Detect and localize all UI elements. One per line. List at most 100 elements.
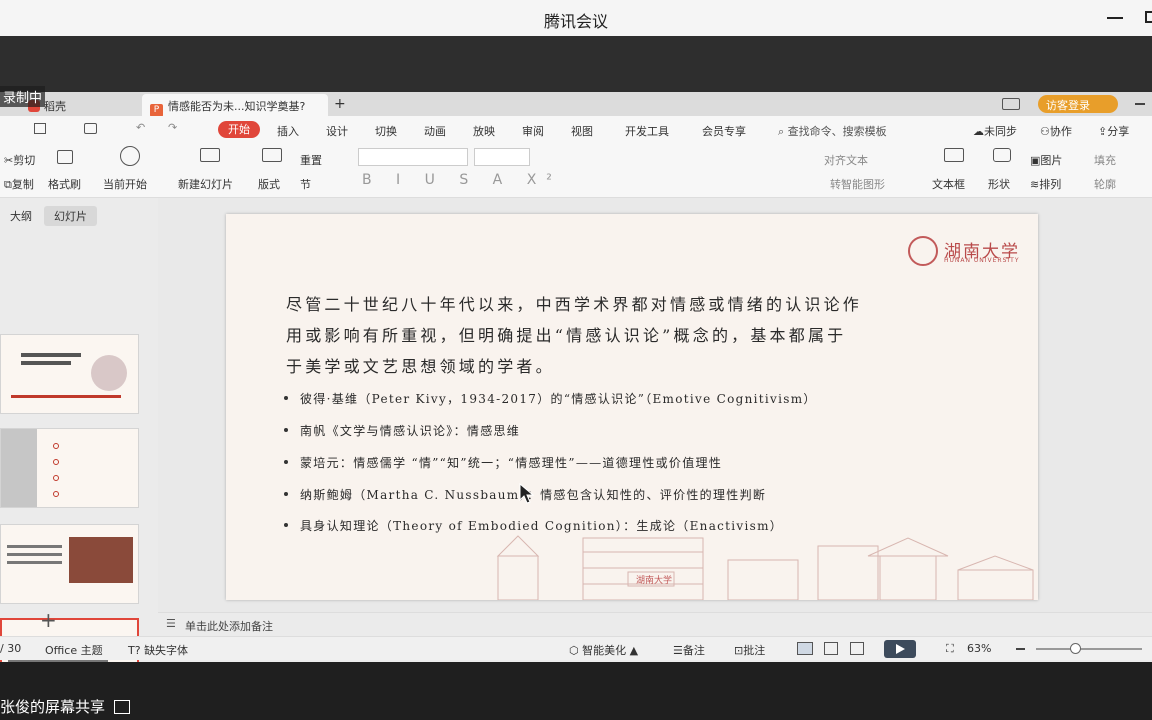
zoom-slider-track[interactable] — [1036, 648, 1142, 650]
comment-label: 批注 — [743, 644, 766, 657]
layout-button[interactable]: 版式 — [258, 176, 280, 192]
menu-slideshow[interactable]: 放映 — [473, 123, 495, 139]
play-from-current-button[interactable]: 当前开始 — [103, 176, 147, 192]
convert-smartart-button[interactable]: 转智能图形 — [830, 176, 885, 192]
cut-label: 剪切 — [13, 154, 36, 167]
print-icon[interactable] — [84, 123, 97, 134]
slide-thumbnail[interactable] — [0, 334, 139, 414]
zoom-level[interactable]: 63% — [967, 642, 991, 655]
reading-view-icon[interactable] — [850, 642, 864, 655]
font-size-select[interactable] — [474, 148, 530, 166]
textbox-button[interactable]: 文本框 — [932, 176, 965, 192]
menu-review[interactable]: 审阅 — [522, 123, 544, 139]
tab-current-document[interactable]: P 情感能否为未...知识学奠基? — [142, 94, 328, 117]
undo-icon[interactable]: ↶ — [136, 121, 145, 134]
thumb-bullet — [53, 443, 59, 449]
copy-button[interactable]: ⧉复制 — [4, 176, 34, 192]
add-slide-icon[interactable]: + — [40, 608, 57, 632]
collaborate-label: 协作 — [1049, 125, 1072, 138]
cut-button[interactable]: ✂剪切 — [4, 152, 35, 168]
section-button[interactable]: 节 — [300, 176, 311, 192]
menu-animation[interactable]: 动画 — [424, 123, 446, 139]
new-slide-button[interactable]: 新建幻灯片 — [178, 176, 233, 192]
bullet-text: 南帆《文学与情感认识论》：情感思维 — [300, 424, 521, 438]
menu-view[interactable]: 视图 — [571, 123, 593, 139]
menu-insert[interactable]: 插入 — [277, 123, 299, 139]
picture-button[interactable]: ▣图片 — [1030, 152, 1062, 168]
arrange-label: 排列 — [1039, 178, 1062, 191]
minimize-icon[interactable] — [1107, 17, 1123, 19]
meeting-bottom-bar — [0, 662, 1152, 720]
wps-minimize-icon[interactable] — [1135, 103, 1145, 105]
format-painter-button[interactable]: 格式刷 — [48, 176, 81, 192]
notes-icon: ☰ — [166, 617, 176, 630]
bullet-dot — [284, 428, 288, 432]
layout-icon — [262, 148, 282, 162]
status-bar: / 30 Office 主题 T? 缺失字体 ⬡ 智能美化 ▲ ☰备注 ⊡批注 … — [0, 636, 1152, 660]
font-icon: T? — [128, 644, 141, 657]
save-icon[interactable] — [34, 123, 46, 134]
reset-button[interactable]: 重置 — [300, 152, 322, 168]
slide-canvas[interactable]: 湖南大学 HUNAN UNIVERSITY 尽管二十世纪八十年代以来，中西学术界… — [226, 214, 1038, 600]
slideshow-play-button[interactable] — [884, 640, 916, 658]
font-family-select[interactable] — [358, 148, 468, 166]
missing-font-button[interactable]: T? 缺失字体 — [128, 642, 188, 658]
align-text-button[interactable]: 对齐文本 — [824, 152, 868, 168]
menu-design[interactable]: 设计 — [326, 123, 348, 139]
window-layout-icon[interactable] — [1002, 98, 1020, 110]
share-label: 分享 — [1107, 125, 1130, 138]
new-tab-button[interactable]: + — [326, 92, 354, 114]
university-seal-icon — [908, 236, 938, 266]
scissors-icon: ✂ — [4, 154, 14, 167]
window-title: 腾讯会议 — [543, 12, 608, 31]
ribbon-toolbar: ✂剪切 ⧉复制 格式刷 当前开始 新建幻灯片 版式 重置 节 B I U S A… — [0, 142, 1152, 198]
thumb-image — [91, 355, 127, 391]
smart-beautify-button[interactable]: ⬡ 智能美化 ▲ — [569, 642, 638, 658]
font-style-buttons[interactable]: B I U S A X² — [362, 172, 562, 188]
notes-toggle-label: 备注 — [682, 644, 705, 657]
notes-list-icon: ☰ — [673, 644, 683, 657]
tab-outline[interactable]: 大纲 — [0, 206, 42, 226]
fit-window-icon[interactable]: ⛶ — [946, 642, 954, 656]
search-command[interactable]: ⌕ 查找命令、搜索模板 — [778, 123, 887, 139]
comment-icon: ⊡ — [734, 644, 744, 657]
bullet-item: 蒙培元：情感儒学 “情”“知”统一；“情感理性”——道德理性或价值理性 — [284, 454, 722, 471]
arrange-button[interactable]: ≋排列 — [1030, 176, 1061, 192]
menu-developer[interactable]: 开发工具 — [625, 123, 669, 139]
zoom-slider-handle[interactable] — [1070, 643, 1081, 654]
menu-transition[interactable]: 切换 — [375, 123, 397, 139]
bullet-text: 蒙培元：情感儒学 “情”“知”统一；“情感理性”——道德理性或价值理性 — [300, 456, 723, 470]
visitor-login-button[interactable]: 访客登录 — [1038, 95, 1118, 113]
window-titlebar: 腾讯会议 — [0, 0, 1152, 36]
format-painter-icon — [57, 150, 73, 164]
play-icon — [120, 146, 140, 166]
play-triangle-icon — [896, 644, 905, 654]
sync-status[interactable]: ☁未同步 — [973, 123, 1017, 139]
comment-button[interactable]: ⊡批注 — [734, 642, 765, 658]
grid-view-icon[interactable] — [824, 642, 838, 655]
bullet-dot — [284, 396, 288, 400]
redo-icon[interactable]: ↷ — [168, 121, 177, 134]
notes-toggle-button[interactable]: ☰备注 — [673, 642, 705, 658]
menu-start[interactable]: 开始 — [218, 121, 260, 138]
slide-thumbnail[interactable] — [0, 428, 139, 508]
normal-view-icon[interactable] — [797, 642, 813, 655]
tab-slides[interactable]: 幻灯片 — [44, 206, 97, 226]
outline-button[interactable]: 轮廓 — [1094, 176, 1116, 192]
fill-button[interactable]: 填充 — [1094, 152, 1116, 168]
thumb-text — [7, 545, 62, 548]
zoom-out-icon[interactable] — [1016, 648, 1025, 650]
thumb-line — [11, 395, 121, 398]
menu-member[interactable]: 会员专享 — [702, 123, 746, 139]
shape-button[interactable]: 形状 — [988, 176, 1010, 192]
ribbon-menu: ↶ ↷ 开始 插入 设计 切换 动画 放映 审阅 视图 开发工具 会员专享 ⌕ … — [0, 116, 1152, 142]
notes-bar[interactable]: ☰ 单击此处添加备注 — [158, 612, 1152, 634]
maximize-icon[interactable] — [1145, 11, 1152, 23]
collaborate-button[interactable]: ⚇协作 — [1040, 123, 1072, 139]
slide-thumbnail[interactable] — [0, 524, 139, 604]
search-placeholder: 查找命令、搜索模板 — [787, 125, 887, 138]
theme-name[interactable]: Office 主题 — [45, 642, 103, 658]
share-button[interactable]: ⇪分享 — [1098, 123, 1129, 139]
tab-label: 情感能否为未...知识学奠基? — [168, 100, 306, 113]
slide-paragraph-line: 于美学或文艺思想领域的学者。 — [286, 357, 555, 376]
